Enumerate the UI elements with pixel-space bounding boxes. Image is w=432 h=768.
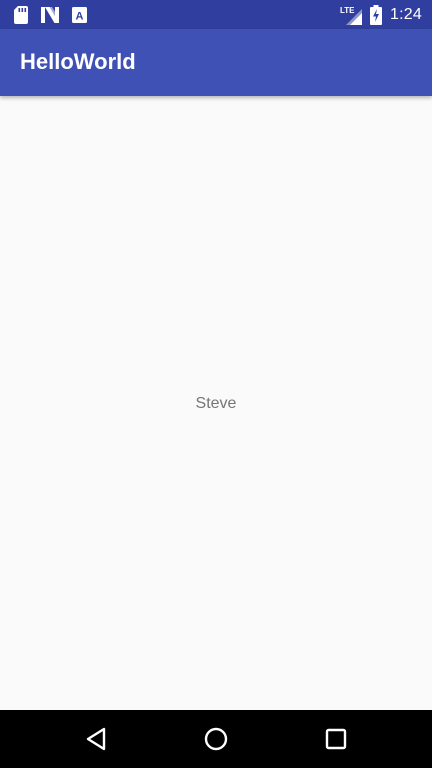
n-logo-icon [41, 6, 59, 23]
app-title: HelloWorld [20, 49, 136, 74]
status-bar: A LTE 1:24 [0, 0, 432, 29]
a-badge-text: A [76, 10, 84, 22]
clock-time: 1:24 [390, 5, 422, 23]
system-icons: LTE 1:24 [340, 4, 422, 25]
network-label: LTE [340, 6, 355, 15]
recents-button[interactable] [321, 724, 351, 754]
back-button[interactable] [81, 724, 111, 754]
navigation-bar [0, 710, 432, 768]
notification-icons: A [14, 5, 87, 24]
main-content: Steve [0, 96, 432, 710]
app-bar: HelloWorld [0, 29, 432, 96]
battery-charging-icon [370, 4, 383, 25]
back-icon [86, 727, 106, 751]
lte-signal-icon: LTE [340, 5, 363, 25]
home-icon [204, 727, 228, 751]
greeting-text: Steve [195, 395, 237, 412]
recents-icon [325, 728, 347, 750]
screen: A LTE 1:24 HelloWorld Steve [0, 0, 432, 768]
sd-card-icon [14, 5, 28, 24]
home-button[interactable] [201, 724, 231, 754]
a-badge-icon: A [72, 6, 87, 23]
